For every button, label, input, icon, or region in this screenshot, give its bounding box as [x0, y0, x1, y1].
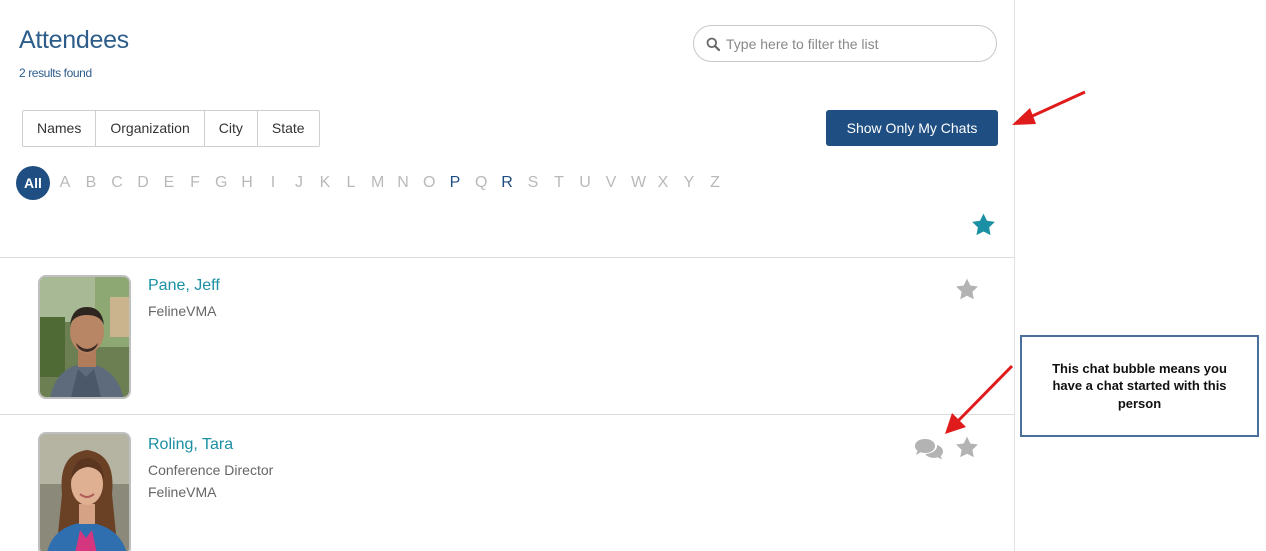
attendee-name-link[interactable]: Roling, Tara	[148, 436, 233, 454]
attendee-title: Conference Director	[148, 462, 274, 478]
annotation-arrow	[1012, 90, 1086, 125]
attendee-photo	[40, 277, 129, 397]
alpha-letter-x[interactable]: X	[657, 174, 669, 192]
favorites-filter-star-icon[interactable]	[970, 212, 997, 238]
attendee-organization: FelineVMA	[148, 484, 217, 500]
alpha-all-button[interactable]: All	[16, 166, 50, 200]
alpha-letter-p[interactable]: P	[449, 174, 461, 192]
filter-city[interactable]: City	[205, 111, 258, 146]
alphabet-filter: All ABCDEFGHIJKLMNOPQRSTUVWXYZ	[16, 166, 735, 200]
avatar[interactable]	[38, 275, 131, 399]
alpha-letter-g[interactable]: G	[215, 174, 227, 192]
alpha-letter-z[interactable]: Z	[709, 174, 721, 192]
alpha-letter-s[interactable]: S	[527, 174, 539, 192]
alpha-letter-q[interactable]: Q	[475, 174, 487, 192]
search-icon	[706, 37, 720, 51]
alpha-letter-l[interactable]: L	[345, 174, 357, 192]
alpha-letter-m[interactable]: M	[371, 174, 384, 192]
search-box[interactable]	[693, 25, 997, 62]
attendee-name-link[interactable]: Pane, Jeff	[148, 277, 220, 295]
divider	[0, 257, 1015, 258]
alpha-letter-o[interactable]: O	[423, 174, 435, 192]
alpha-letter-y[interactable]: Y	[683, 174, 695, 192]
avatar[interactable]	[38, 432, 131, 551]
annotation-callout: This chat bubble means you have a chat s…	[1020, 335, 1259, 437]
alpha-letter-d[interactable]: D	[137, 174, 149, 192]
alpha-letter-e[interactable]: E	[163, 174, 175, 192]
filter-names[interactable]: Names	[23, 111, 97, 146]
alpha-letter-k[interactable]: K	[319, 174, 331, 192]
alpha-letter-j[interactable]: J	[293, 174, 305, 192]
divider	[0, 414, 1015, 415]
alpha-letter-u[interactable]: U	[579, 174, 591, 192]
alpha-letter-a[interactable]: A	[59, 174, 71, 192]
filter-organization[interactable]: Organization	[96, 111, 205, 146]
chat-bubble-icon[interactable]	[914, 437, 944, 461]
alpha-letter-n[interactable]: N	[397, 174, 409, 192]
attendees-panel: Attendees 2 results found Names Organiza…	[0, 0, 1015, 551]
favorite-star-icon[interactable]	[954, 277, 980, 302]
annotation-text: This chat bubble means you have a chat s…	[1052, 360, 1227, 411]
alpha-letter-t[interactable]: T	[553, 174, 565, 192]
attendee-organization: FelineVMA	[148, 303, 217, 319]
results-count: 2 results found	[19, 66, 92, 80]
filter-state[interactable]: State	[258, 111, 319, 146]
alpha-letter-i[interactable]: I	[267, 174, 279, 192]
attendee-photo	[40, 434, 129, 551]
alpha-letter-b[interactable]: B	[85, 174, 97, 192]
show-only-my-chats-button[interactable]: Show Only My Chats	[826, 110, 998, 146]
filter-tabs: Names Organization City State	[22, 110, 320, 147]
favorite-star-icon[interactable]	[954, 435, 980, 460]
alpha-letter-r[interactable]: R	[501, 174, 513, 192]
page-title: Attendees	[19, 26, 129, 54]
search-input[interactable]	[726, 34, 986, 54]
alpha-letter-h[interactable]: H	[241, 174, 253, 192]
alpha-letter-w[interactable]: W	[631, 174, 646, 192]
alpha-letter-f[interactable]: F	[189, 174, 201, 192]
alpha-letter-v[interactable]: V	[605, 174, 617, 192]
alpha-letter-c[interactable]: C	[111, 174, 123, 192]
